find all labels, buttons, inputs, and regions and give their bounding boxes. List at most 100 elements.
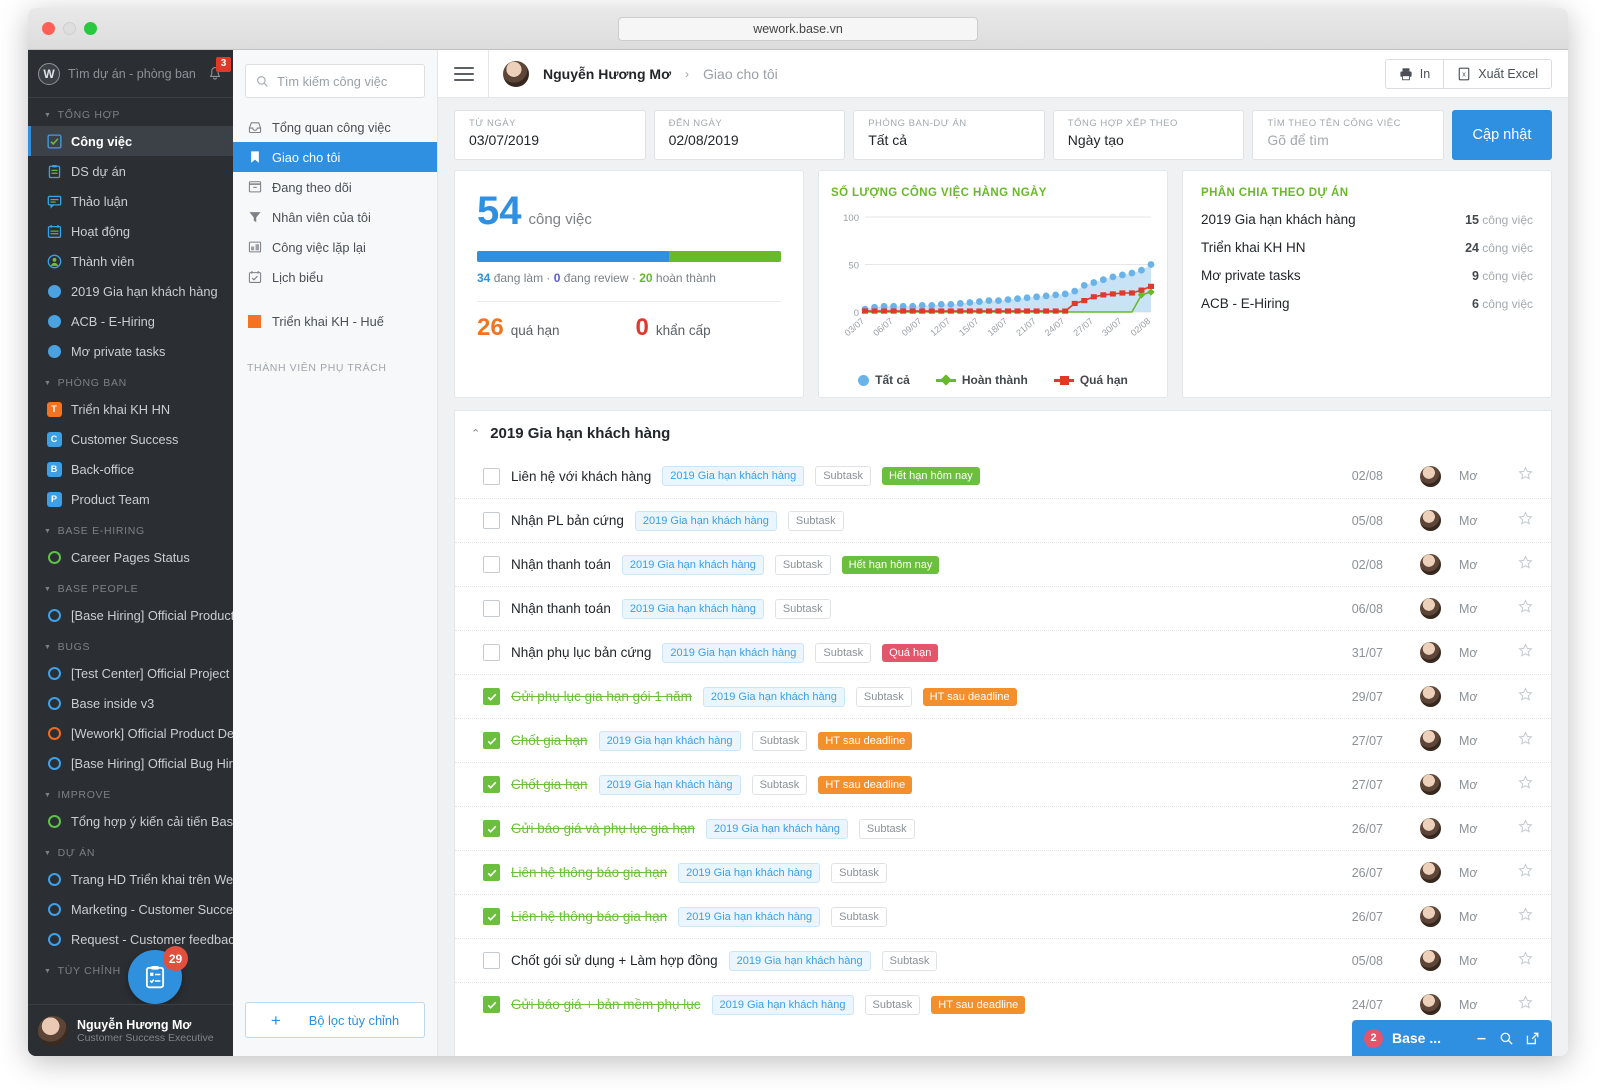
task-checkbox[interactable] — [483, 908, 500, 925]
sidebar-item-2019-gia-h-n-kh-ch-h-ng[interactable]: 2019 Gia hạn khách hàng — [28, 276, 233, 306]
filter-n-ng-y[interactable]: ĐẾN NGÀY02/08/2019 — [654, 110, 846, 160]
chat-widget[interactable]: 2 Base ... — [1352, 1020, 1552, 1056]
table-row[interactable]: Chốt gia hạn2019 Gia hạn khách hàngSubta… — [455, 762, 1551, 806]
sidebar-item-acb-e-hiring[interactable]: ACB - E-Hiring — [28, 306, 233, 336]
table-row[interactable]: Liên hệ thông báo gia hạn2019 Gia hạn kh… — [455, 894, 1551, 938]
nav-item-c-ng-vi-c-l-p-l-i[interactable]: Công việc lặp lại — [233, 232, 437, 262]
sidebar-item-base-hiring-official-bug-hiri[interactable]: [Base Hiring] Official Bug Hiri. — [28, 748, 233, 778]
filter-value[interactable]: 02/08/2019 — [669, 132, 831, 148]
task-title[interactable]: Chốt gia hạn — [511, 777, 588, 792]
task-checkbox[interactable] — [483, 468, 500, 485]
filter-t-ng-h-p-x-p-theo[interactable]: TỔNG HỢP XẾP THEONgày tạo — [1053, 110, 1245, 160]
star-icon[interactable] — [1518, 775, 1533, 795]
task-checkbox[interactable] — [483, 688, 500, 705]
table-row[interactable]: Gửi phụ lục gia hạn gói 1 năm 2019 Gia hạ… — [455, 674, 1551, 718]
task-project-tag[interactable]: 2019 Gia hạn khách hàng — [678, 863, 820, 883]
task-project-tag[interactable]: 2019 Gia hạn khách hàng — [635, 511, 777, 531]
update-button[interactable]: Cập nhật — [1452, 110, 1552, 160]
table-row[interactable]: Chốt gia hạn2019 Gia hạn khách hàngSubta… — [455, 718, 1551, 762]
sidebar-item-product-team[interactable]: PProduct Team — [28, 484, 233, 514]
nav-item-giao-cho-t-i[interactable]: Giao cho tôi — [233, 142, 437, 172]
task-project-tag[interactable]: 2019 Gia hạn khách hàng — [622, 555, 764, 575]
project-breakdown-row[interactable]: 2019 Gia hạn khách hàng15 công việc — [1201, 212, 1533, 227]
task-project-tag[interactable]: 2019 Gia hạn khách hàng — [678, 907, 820, 927]
sidebar-item-trang-hd-tri-n-khai-tr-n-we[interactable]: Trang HD Triển khai trên We... — [28, 864, 233, 894]
menu-toggle-icon[interactable] — [454, 67, 474, 81]
address-bar[interactable]: wework.base.vn — [618, 17, 978, 41]
sidebar-item-marketing-customer-succe[interactable]: Marketing - Customer Succe... — [28, 894, 233, 924]
task-checkbox[interactable] — [483, 732, 500, 749]
star-icon[interactable] — [1518, 951, 1533, 971]
sidebar-item-base-inside-v3[interactable]: Base inside v3 — [28, 688, 233, 718]
task-checkbox[interactable] — [483, 512, 500, 529]
project-breakdown-row[interactable]: ACB - E-Hiring6 công việc — [1201, 296, 1533, 311]
export-excel-button[interactable]: x Xuất Excel — [1444, 59, 1552, 89]
task-checkbox[interactable] — [483, 776, 500, 793]
task-checkbox[interactable] — [483, 644, 500, 661]
sidebar-group-header[interactable]: ▼IMPROVE — [28, 778, 233, 806]
task-project-tag[interactable]: 2019 Gia hạn khách hàng — [599, 775, 741, 795]
task-project-tag[interactable]: 2019 Gia hạn khách hàng — [599, 731, 741, 751]
sidebar-group-header[interactable]: ▼PHÒNG BAN — [28, 366, 233, 394]
star-icon[interactable] — [1518, 466, 1533, 486]
star-icon[interactable] — [1518, 863, 1533, 883]
minimize-icon[interactable] — [1475, 1032, 1488, 1045]
task-project-tag[interactable]: 2019 Gia hạn khách hàng — [706, 819, 848, 839]
star-icon[interactable] — [1518, 819, 1533, 839]
table-row[interactable]: Gửi báo giá và phụ lục gia hạn2019 Gia h… — [455, 806, 1551, 850]
sidebar-search-input[interactable]: Tìm dự án - phòng ban — [68, 67, 199, 81]
table-row[interactable]: Nhận thanh toán2019 Gia hạn khách hàngSu… — [455, 586, 1551, 630]
filter-t-m-theo-t-n-c-ng-vi-c[interactable]: TÌM THEO TÊN CÔNG VIỆCGõ để tìm — [1252, 110, 1444, 160]
filter-value[interactable]: Tất cả — [868, 132, 1030, 148]
task-checkbox[interactable] — [483, 864, 500, 881]
sidebar-user-profile[interactable]: Nguyễn Hương Mơ Customer Success Executi… — [28, 1004, 233, 1056]
task-title[interactable]: Liên hệ thông báo gia hạn — [511, 865, 667, 880]
task-title[interactable]: Gửi phụ lục gia hạn gói 1 năm — [511, 689, 692, 704]
sidebar-group-header[interactable]: ▼BASE E-HIRING — [28, 514, 233, 542]
task-checkbox[interactable] — [483, 600, 500, 617]
task-checkbox[interactable] — [483, 820, 500, 837]
task-title[interactable]: Liên hệ với khách hàng — [511, 469, 651, 484]
sidebar-group-header[interactable]: ▼TỔNG HỢP — [28, 98, 233, 126]
sidebar-item-career-pages-status[interactable]: Career Pages Status — [28, 542, 233, 572]
task-title[interactable]: Nhận phụ lục bản cứng — [511, 645, 651, 660]
sidebar-item-tri-n-khai-kh-hn[interactable]: TTriển khai KH HN — [28, 394, 233, 424]
table-row[interactable]: Nhận thanh toán2019 Gia hạn khách hàngSu… — [455, 542, 1551, 586]
nav-item-l-ch-bi-u[interactable]: Lịch biểu — [233, 262, 437, 292]
task-project-tag[interactable]: 2019 Gia hạn khách hàng — [662, 466, 804, 486]
close-window-button[interactable] — [42, 22, 55, 35]
task-project-tag[interactable]: 2019 Gia hạn khách hàng — [703, 687, 845, 707]
table-row[interactable]: Liên hệ với khách hàng 2019 Gia hạn khách… — [455, 454, 1551, 498]
task-title[interactable]: Nhận thanh toán — [511, 601, 611, 616]
project-breakdown-row[interactable]: Triển khai KH HN24 công việc — [1201, 240, 1533, 255]
star-icon[interactable] — [1518, 907, 1533, 927]
search-icon[interactable] — [1499, 1031, 1514, 1046]
quick-tasks-fab[interactable]: 29 — [128, 950, 182, 1004]
minimize-window-button[interactable] — [63, 22, 76, 35]
star-icon[interactable] — [1518, 687, 1533, 707]
task-title[interactable]: Nhận PL bản cứng — [511, 513, 624, 528]
expand-icon[interactable] — [1525, 1031, 1540, 1046]
star-icon[interactable] — [1518, 731, 1533, 751]
nav-item-nh-n-vi-n-c-a-t-i[interactable]: Nhân viên của tôi — [233, 202, 437, 232]
task-search-box[interactable]: Tìm kiếm công việc — [245, 64, 425, 98]
nav-item-t-ng-quan-c-ng-vi-c[interactable]: Tổng quan công việc — [233, 112, 437, 142]
custom-filter-button[interactable]: + Bộ lọc tùy chỉnh — [245, 1002, 425, 1038]
project-breakdown-row[interactable]: Mơ private tasks9 công việc — [1201, 268, 1533, 283]
sidebar-item-th-nh-vi-n[interactable]: Thành viên — [28, 246, 233, 276]
task-title[interactable]: Chốt gói sử dụng + Làm hợp đồng — [511, 953, 718, 968]
filter-value[interactable]: Ngày tạo — [1068, 132, 1230, 148]
sidebar-item-m-private-tasks[interactable]: Mơ private tasks — [28, 336, 233, 366]
task-title[interactable]: Gửi báo giá + bản mềm phụ lục — [511, 997, 701, 1012]
sidebar-item-c-ng-vi-c[interactable]: Công việc — [28, 126, 233, 156]
task-project-tag[interactable]: 2019 Gia hạn khách hàng — [729, 951, 871, 971]
task-checkbox[interactable] — [483, 952, 500, 969]
task-title[interactable]: Chốt gia hạn — [511, 733, 588, 748]
table-row[interactable]: Liên hệ thông báo gia hạn 2019 Gia hạn kh… — [455, 850, 1551, 894]
sidebar-item-ds-d-n[interactable]: DS dự án — [28, 156, 233, 186]
sidebar-item-base-hiring-official-product[interactable]: [Base Hiring] Official Product. — [28, 600, 233, 630]
sidebar-item-ho-t-ng[interactable]: Hoạt động — [28, 216, 233, 246]
sidebar-item-test-center-official-project[interactable]: [Test Center] Official Project — [28, 658, 233, 688]
filter-ph-ng-ban-d-n[interactable]: PHÒNG BAN-DỰ ÁNTất cả — [853, 110, 1045, 160]
maximize-window-button[interactable] — [84, 22, 97, 35]
